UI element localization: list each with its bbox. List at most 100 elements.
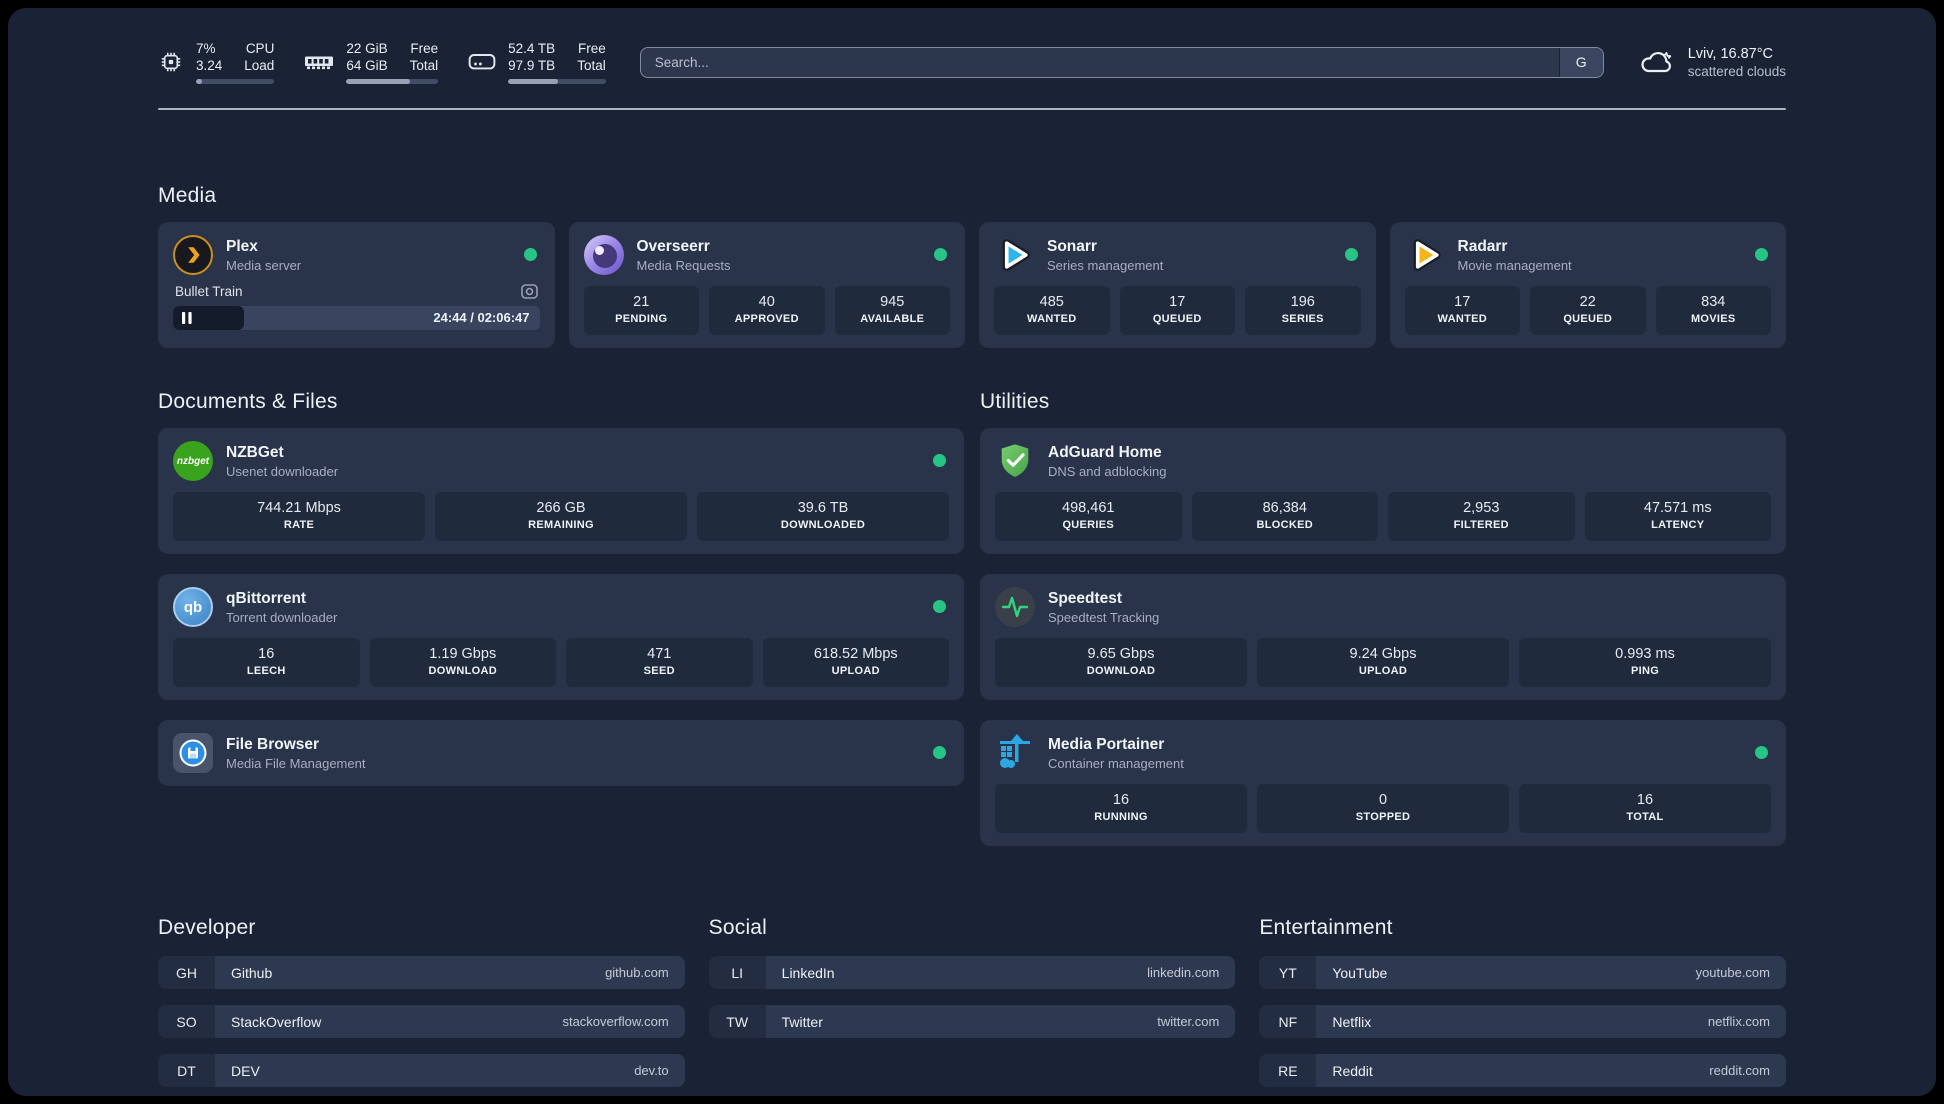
bookmark-reddit[interactable]: RE Reddit reddit.com <box>1259 1054 1786 1087</box>
memory-free-label: Free <box>410 41 439 56</box>
cpu-usage-label: CPU <box>245 41 275 56</box>
app-title: Speedtest <box>1048 589 1123 607</box>
playback-progress-bar: 24:44 / 02:06:47 <box>173 306 540 330</box>
dashboard: 7% CPU 3.24 Load 22 GiB Free 64 GiB Tota… <box>8 8 1936 1096</box>
disk-icon <box>468 54 496 70</box>
bookmark-group-entertainment: Entertainment YT YouTube youtube.com NF N… <box>1259 916 1786 1087</box>
status-dot <box>933 600 946 613</box>
status-dot <box>1755 746 1768 759</box>
bookmark-group-developer: Developer GH Github github.com SO StackOv… <box>158 916 685 1087</box>
stat-stopped: 0 STOPPED <box>1257 784 1509 833</box>
overseerr-icon <box>583 235 624 275</box>
app-title: Plex <box>226 237 258 255</box>
filebrowser-icon <box>173 733 213 773</box>
disk-free-value: 52.4 TB <box>508 41 556 56</box>
stat-download: 1.19 Gbps DOWNLOAD <box>369 638 556 687</box>
app-subtitle: Torrent downloader <box>226 609 338 625</box>
bookmark-abbr: GH <box>158 956 215 989</box>
status-dot <box>933 746 946 759</box>
bookmark-stackoverflow[interactable]: SO StackOverflow stackoverflow.com <box>158 1005 685 1038</box>
plex-now-playing: Bullet Train 24:44 / 02:06:47 <box>173 284 540 330</box>
stat-blocked: 86,384 BLOCKED <box>1191 492 1378 541</box>
playback-time: 24:44 / 02:06:47 <box>433 310 530 325</box>
section-title-entertainment: Entertainment <box>1259 916 1393 939</box>
stat-remaining: 266 GB REMAINING <box>435 492 687 541</box>
radarr-icon <box>1405 235 1445 275</box>
stat-filtered: 2,953 FILTERED <box>1388 492 1575 541</box>
stat-queued: 17 QUEUED <box>1119 286 1235 335</box>
bookmark-netflix[interactable]: NF Netflix netflix.com <box>1259 1005 1786 1038</box>
now-playing-title: Bullet Train <box>175 284 243 299</box>
app-card-portainer[interactable]: Media Portainer Container management 16 R… <box>980 720 1786 846</box>
app-card-radarr[interactable]: Radarr Movie management 17 WANTED 22 QUEUE… <box>1389 222 1786 348</box>
weather-condition: scattered clouds <box>1687 64 1786 79</box>
stat-available: 945 AVAILABLE <box>834 286 950 335</box>
app-subtitle: Movie management <box>1457 257 1572 273</box>
bookmark-youtube[interactable]: YT YouTube youtube.com <box>1259 956 1786 989</box>
disk-free-label: Free <box>577 41 606 56</box>
disk-progress-bar <box>508 79 606 84</box>
stat-rate: 744.21 Mbps RATE <box>173 492 425 541</box>
section-title-developer: Developer <box>158 916 256 939</box>
app-subtitle: Media Requests <box>636 257 731 273</box>
stat-upload: 618.52 Mbps UPLOAD <box>762 638 949 687</box>
speedtest-icon <box>995 587 1035 627</box>
stat-wanted: 485 WANTED <box>994 286 1110 335</box>
stat-latency: 47.571 ms LATENCY <box>1584 492 1771 541</box>
disk-total-label: Total <box>577 58 606 73</box>
app-card-speedtest[interactable]: Speedtest Speedtest Tracking 9.65 Gbps DO… <box>980 574 1786 700</box>
app-card-nzbget[interactable]: nzbget NZBGet Usenet downloader 744.21 M… <box>158 428 964 554</box>
stat-downloaded: 39.6 TB DOWNLOADED <box>697 492 949 541</box>
memory-free-value: 22 GiB <box>346 41 388 56</box>
bookmark-abbr: YT <box>1259 956 1317 989</box>
session-screen-icon <box>520 284 538 299</box>
weather-widget: Lviv, 16.87°C scattered clouds <box>1638 45 1786 79</box>
stat-queries: 498,461 QUERIES <box>995 492 1182 541</box>
app-title: Radarr <box>1457 237 1508 255</box>
app-title: File Browser <box>226 735 320 753</box>
bookmark-abbr: TW <box>708 1005 766 1038</box>
cloud-icon <box>1641 52 1671 73</box>
sonarr-icon <box>994 235 1034 275</box>
stat-download: 9.65 Gbps DOWNLOAD <box>995 638 1247 687</box>
stat-running: 16 RUNNING <box>995 784 1247 833</box>
app-card-sonarr[interactable]: Sonarr Series management 485 WANTED 17 QUE… <box>979 222 1376 348</box>
app-card-plex[interactable]: Plex Media server Bullet Train 24:44 / 0… <box>158 222 555 348</box>
section-title-media: Media <box>158 184 217 207</box>
disk-total-value: 97.9 TB <box>508 58 556 73</box>
cpu-icon <box>161 52 181 72</box>
bookmark-twitter[interactable]: TW Twitter twitter.com <box>708 1005 1236 1038</box>
nzbget-icon: nzbget <box>173 441 213 481</box>
bookmark-abbr: NF <box>1259 1005 1317 1038</box>
app-title: qBittorrent <box>226 589 307 607</box>
app-card-overseerr[interactable]: Overseerr Media Requests 21 PENDING 40 APP… <box>568 222 965 348</box>
memory-total-value: 64 GiB <box>346 58 388 73</box>
memory-total-label: Total <box>409 58 439 73</box>
bookmark-abbr: LI <box>708 956 766 989</box>
app-card-adguard[interactable]: AdGuard Home DNS and adblocking 498,461 Q… <box>980 428 1786 554</box>
bookmark-dev[interactable]: DT DEV dev.to <box>158 1054 685 1087</box>
app-title: Media Portainer <box>1048 735 1165 753</box>
bookmark-linkedin[interactable]: LI LinkedIn linkedin.com <box>708 956 1236 989</box>
stat-movies: 834 MOVIES <box>1655 286 1771 335</box>
system-stats: 7% CPU 3.24 Load 22 GiB Free 64 GiB Tota… <box>158 40 606 84</box>
header-divider <box>158 108 1786 110</box>
app-subtitle: Container management <box>1048 755 1184 771</box>
app-subtitle: Speedtest Tracking <box>1048 609 1160 625</box>
search-engine-button[interactable]: G <box>1558 47 1603 77</box>
search-input[interactable] <box>639 46 1604 78</box>
adguard-icon <box>995 441 1035 481</box>
memory-stat: 22 GiB Free 64 GiB Total <box>304 40 439 84</box>
app-title: Sonarr <box>1047 237 1097 255</box>
app-card-qbittorrent[interactable]: qb qBittorrent Torrent downloader 16 LEEC… <box>158 574 964 700</box>
stat-queued: 22 QUEUED <box>1530 286 1646 335</box>
pause-icon <box>182 312 192 324</box>
section-title-social: Social <box>708 916 768 939</box>
app-subtitle: Media File Management <box>226 755 366 771</box>
cpu-load-value: 3.24 <box>196 58 223 73</box>
stat-wanted: 17 WANTED <box>1404 286 1520 335</box>
app-card-filebrowser[interactable]: File Browser Media File Management <box>158 720 964 786</box>
status-dot <box>1344 248 1358 261</box>
bookmark-github[interactable]: GH Github github.com <box>158 956 685 989</box>
stat-upload: 9.24 Gbps UPLOAD <box>1257 638 1509 687</box>
